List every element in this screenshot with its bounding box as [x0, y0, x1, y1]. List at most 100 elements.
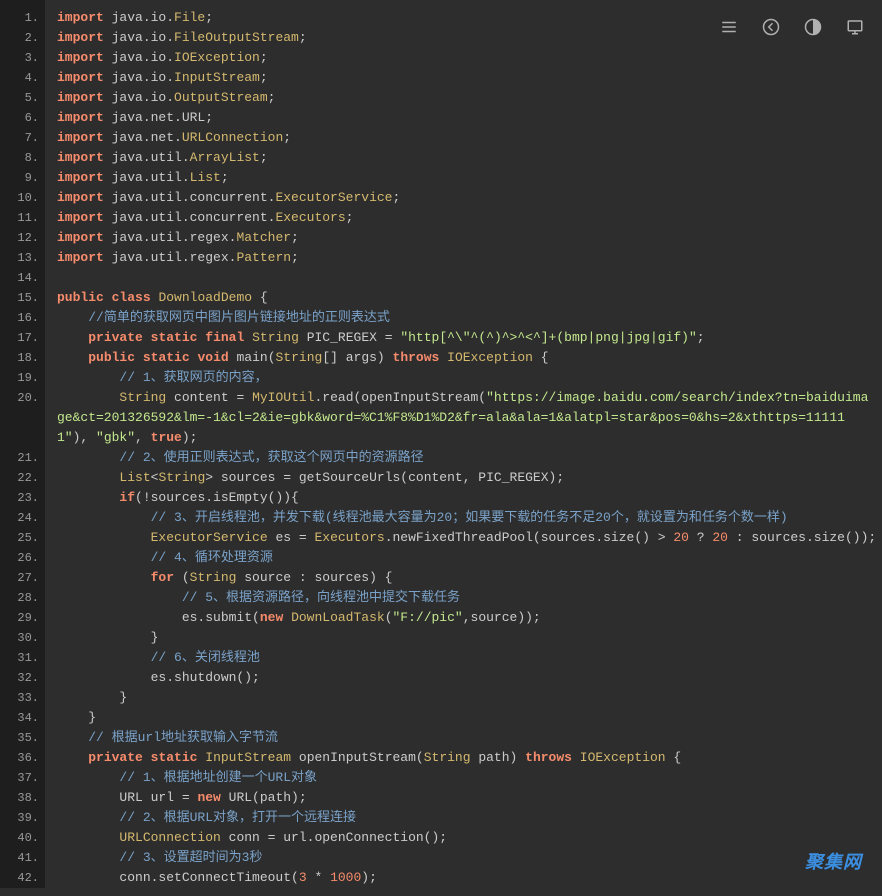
code-line: if(!sources.isEmpty()){	[57, 488, 872, 508]
token-plain: java.util.concurrent.	[104, 210, 276, 225]
token-plain: {	[666, 750, 682, 765]
token-kw: class	[112, 290, 151, 305]
token-com: // 4、循环处理资源	[151, 550, 273, 565]
token-plain	[572, 750, 580, 765]
token-cls: ExecutorService	[275, 190, 392, 205]
code-line: import java.net.URL;	[57, 108, 872, 128]
token-cls: List	[190, 170, 221, 185]
line-number: 41.	[0, 848, 45, 868]
token-plain	[143, 750, 151, 765]
token-plain: (!sources.isEmpty()){	[135, 490, 299, 505]
code-line	[57, 268, 872, 288]
token-plain: > sources = getSourceUrls(content, PIC_R…	[205, 470, 564, 485]
token-plain: ;	[260, 50, 268, 65]
token-plain: .read(openInputStream(	[314, 390, 486, 405]
line-number: 18.	[0, 348, 45, 368]
line-number: 12.	[0, 228, 45, 248]
monitor-icon[interactable]	[846, 18, 864, 36]
token-cls: URLConnection	[119, 830, 220, 845]
token-plain: content =	[166, 390, 252, 405]
line-number: 16.	[0, 308, 45, 328]
token-kw: import	[57, 210, 104, 225]
token-plain	[57, 850, 119, 865]
token-kw: import	[57, 130, 104, 145]
token-plain: ;	[268, 90, 276, 105]
token-plain: ;	[260, 70, 268, 85]
token-plain	[57, 650, 151, 665]
token-kw: import	[57, 230, 104, 245]
code-line: import java.util.ArrayList;	[57, 148, 872, 168]
code-line: //简单的获取网页中图片图片链接地址的正则表达式	[57, 308, 872, 328]
token-plain: (	[174, 570, 190, 585]
line-number: 37.	[0, 768, 45, 788]
code-line: es.submit(new DownLoadTask("F://pic",sou…	[57, 608, 872, 628]
token-plain: }	[57, 630, 158, 645]
token-cls: FileOutputStream	[174, 30, 299, 45]
line-number: 11.	[0, 208, 45, 228]
line-number: 22.	[0, 468, 45, 488]
line-number: 34.	[0, 708, 45, 728]
token-plain	[57, 370, 119, 385]
token-plain: );	[361, 870, 377, 885]
code-line: import java.util.concurrent.Executors;	[57, 208, 872, 228]
line-number: 35.	[0, 728, 45, 748]
token-str: "F://pic"	[393, 610, 463, 625]
token-plain: java.io.	[104, 50, 174, 65]
code-line: conn.setConnectTimeout(3 * 1000);	[57, 868, 872, 888]
token-kw: import	[57, 70, 104, 85]
token-cls: String	[424, 750, 471, 765]
token-plain: openInputStream(	[291, 750, 424, 765]
token-com: // 根据url地址获取输入字节流	[88, 730, 278, 745]
token-cls: Executors	[275, 210, 345, 225]
token-plain: ;	[221, 170, 229, 185]
token-plain: main(	[229, 350, 276, 365]
code-line: URL url = new URL(path);	[57, 788, 872, 808]
token-plain	[57, 350, 88, 365]
list-icon[interactable]	[720, 18, 738, 36]
token-plain: ,source));	[463, 610, 541, 625]
token-str: "http[^\"^(^)^>^<^]+(bmp|png|jpg|gif)"	[400, 330, 696, 345]
token-str: "gbk"	[96, 430, 135, 445]
line-number: 10.	[0, 188, 45, 208]
token-kw: new	[260, 610, 283, 625]
token-plain	[57, 510, 151, 525]
line-number: 36.	[0, 748, 45, 768]
line-number: 40.	[0, 828, 45, 848]
token-kw: static	[143, 350, 190, 365]
token-kw: import	[57, 90, 104, 105]
line-number: 5.	[0, 88, 45, 108]
token-plain: ;	[260, 150, 268, 165]
token-kw: private	[88, 750, 143, 765]
token-plain: .newFixedThreadPool(sources.size() >	[385, 530, 674, 545]
token-com: // 2、使用正则表达式，获取这个网页中的资源路径	[119, 450, 423, 465]
code-line: ExecutorService es = Executors.newFixedT…	[57, 528, 872, 548]
code-line: URLConnection conn = url.openConnection(…	[57, 828, 872, 848]
token-plain: es.submit(	[57, 610, 260, 625]
token-plain: }	[57, 690, 127, 705]
line-number: 20.	[0, 388, 45, 448]
line-number: 27.	[0, 568, 45, 588]
chevron-left-icon[interactable]	[762, 18, 780, 36]
contrast-icon[interactable]	[804, 18, 822, 36]
token-cls: File	[174, 10, 205, 25]
code-line: // 4、循环处理资源	[57, 548, 872, 568]
token-plain	[57, 490, 119, 505]
token-num: 3	[299, 870, 307, 885]
token-cls: DownloadDemo	[158, 290, 252, 305]
token-plain: [] args)	[322, 350, 392, 365]
token-bool: true	[151, 430, 182, 445]
token-plain	[283, 610, 291, 625]
code-line: public class DownloadDemo {	[57, 288, 872, 308]
code-line: import java.io.OutputStream;	[57, 88, 872, 108]
token-plain: ),	[73, 430, 96, 445]
token-kw: for	[151, 570, 174, 585]
line-number-gutter: 1.2.3.4.5.6.7.8.9.10.11.12.13.14.15.16.1…	[0, 0, 45, 888]
token-cls: MyIOUtil	[252, 390, 314, 405]
token-cls: Executors	[314, 530, 384, 545]
token-plain	[57, 570, 151, 585]
line-number: 2.	[0, 28, 45, 48]
token-plain: }	[57, 710, 96, 725]
line-number: 28.	[0, 588, 45, 608]
token-plain	[57, 330, 88, 345]
token-com: // 1、获取网页的内容，	[119, 370, 267, 385]
